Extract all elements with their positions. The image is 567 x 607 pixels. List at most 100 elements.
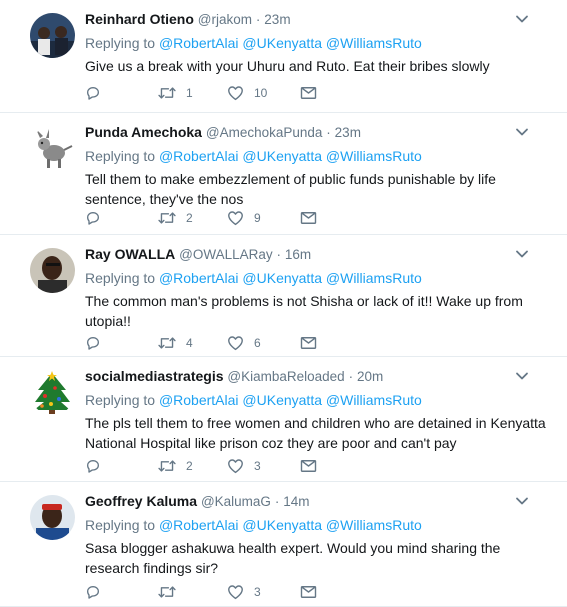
- mention-link[interactable]: @UKenyatta: [242, 270, 322, 286]
- tweet-actions: 2 3: [85, 457, 317, 475]
- retweet-icon: [158, 85, 176, 101]
- tweet-content: socialmediastrategis @KiambaReloaded · 2…: [85, 367, 547, 453]
- heart-icon: [227, 584, 244, 600]
- mention-link[interactable]: @WilliamsRuto: [326, 392, 422, 408]
- mention-link[interactable]: @UKenyatta: [242, 517, 322, 533]
- separator-dot: ·: [276, 247, 282, 262]
- separator-dot: ·: [326, 125, 331, 140]
- reply-button[interactable]: [85, 209, 158, 227]
- tweet-actions: 4 6: [85, 334, 317, 352]
- reply-button[interactable]: [85, 84, 158, 102]
- tweet-header: Ray OWALLA @OWALLARay · 16m: [85, 245, 547, 263]
- tweet-actions: 2 9: [85, 209, 317, 227]
- direct-message-button[interactable]: [300, 209, 317, 227]
- replying-to-label: Replying to: [85, 270, 156, 286]
- reply-icon: [85, 335, 101, 351]
- timestamp[interactable]: 23m: [335, 125, 361, 140]
- timestamp[interactable]: 16m: [285, 247, 311, 262]
- mention-link[interactable]: @WilliamsRuto: [326, 35, 422, 51]
- username[interactable]: @KalumaG: [201, 494, 271, 509]
- mention-link[interactable]: @RobertAlai: [159, 35, 239, 51]
- mention-link[interactable]: @RobertAlai: [159, 270, 239, 286]
- avatar[interactable]: [30, 248, 75, 293]
- avatar[interactable]: [30, 13, 75, 58]
- username[interactable]: @KiambaReloaded: [227, 369, 344, 384]
- envelope-icon: [300, 459, 317, 473]
- like-button[interactable]: 3: [227, 583, 300, 601]
- mention-link[interactable]: @UKenyatta: [242, 35, 322, 51]
- avatar[interactable]: [30, 495, 75, 540]
- tweet-text: Sasa blogger ashakuwa health expert. Wou…: [85, 540, 501, 576]
- retweet-button[interactable]: 2: [158, 209, 227, 227]
- replying-to-label: Replying to: [85, 148, 156, 164]
- mention-link[interactable]: @RobertAlai: [159, 392, 239, 408]
- mention-link[interactable]: @RobertAlai: [159, 517, 239, 533]
- envelope-icon: [300, 336, 317, 350]
- mention-link[interactable]: @UKenyatta: [242, 148, 322, 164]
- chevron-down-icon[interactable]: [515, 247, 529, 261]
- envelope-icon: [300, 211, 317, 225]
- retweet-icon: [158, 210, 176, 226]
- reply-button[interactable]: [85, 334, 158, 352]
- separator-dot: ·: [255, 12, 261, 27]
- reply-button[interactable]: [85, 457, 158, 475]
- chevron-down-icon[interactable]: [515, 494, 529, 508]
- avatar[interactable]: [30, 126, 75, 171]
- display-name[interactable]: Ray OWALLA: [85, 246, 175, 262]
- username[interactable]: @OWALLARay: [179, 247, 272, 262]
- replying-to: Replying to @RobertAlai @UKenyatta @Will…: [85, 269, 547, 287]
- tweet-item[interactable]: Geoffrey Kaluma @KalumaG · 14m Replying …: [0, 482, 567, 607]
- retweet-button[interactable]: 1: [158, 84, 227, 102]
- reply-icon: [85, 584, 101, 600]
- retweet-count: 4: [186, 336, 193, 350]
- retweet-button[interactable]: 2: [158, 457, 227, 475]
- replies-feed: Reinhard Otieno @rjakom · 23m Replying t…: [0, 0, 567, 607]
- tweet-item[interactable]: Reinhard Otieno @rjakom · 23m Replying t…: [0, 0, 567, 113]
- tweet-actions: 1 10: [85, 84, 317, 102]
- mention-link[interactable]: @WilliamsRuto: [326, 517, 422, 533]
- mention-link[interactable]: @WilliamsRuto: [326, 270, 422, 286]
- mention-link[interactable]: @WilliamsRuto: [326, 148, 422, 164]
- tweet-content: Geoffrey Kaluma @KalumaG · 14m Replying …: [85, 492, 547, 578]
- replying-to: Replying to @RobertAlai @UKenyatta @Will…: [85, 516, 547, 534]
- like-count: 3: [254, 585, 261, 599]
- separator-dot: ·: [274, 494, 280, 509]
- direct-message-button[interactable]: [300, 84, 317, 102]
- display-name[interactable]: Reinhard Otieno: [85, 11, 194, 27]
- mention-link[interactable]: @RobertAlai: [159, 148, 239, 164]
- like-count: 3: [254, 459, 261, 473]
- retweet-button[interactable]: 4: [158, 334, 227, 352]
- timestamp[interactable]: 20m: [357, 369, 383, 384]
- retweet-button[interactable]: [158, 583, 227, 601]
- display-name[interactable]: Punda Amechoka: [85, 124, 202, 140]
- mention-link[interactable]: @UKenyatta: [242, 392, 322, 408]
- chevron-down-icon[interactable]: [515, 125, 529, 139]
- timestamp[interactable]: 23m: [264, 12, 290, 27]
- chevron-down-icon[interactable]: [515, 12, 529, 26]
- replying-to-label: Replying to: [85, 392, 156, 408]
- display-name[interactable]: Geoffrey Kaluma: [85, 493, 197, 509]
- display-name[interactable]: socialmediastrategis: [85, 368, 224, 384]
- direct-message-button[interactable]: [300, 334, 317, 352]
- username[interactable]: @AmechokaPunda: [206, 125, 323, 140]
- tweet-item[interactable]: Punda Amechoka @AmechokaPunda · 23m Repl…: [0, 113, 567, 235]
- avatar[interactable]: [30, 370, 75, 415]
- tweet-header: socialmediastrategis @KiambaReloaded · 2…: [85, 367, 547, 385]
- tweet-content: Reinhard Otieno @rjakom · 23m Replying t…: [85, 10, 547, 76]
- tweet-content: Punda Amechoka @AmechokaPunda · 23m Repl…: [85, 123, 547, 209]
- tweet-item[interactable]: Ray OWALLA @OWALLARay · 16m Replying to …: [0, 235, 567, 357]
- direct-message-button[interactable]: [300, 583, 317, 601]
- tweet-content: Ray OWALLA @OWALLARay · 16m Replying to …: [85, 245, 547, 331]
- like-button[interactable]: 9: [227, 209, 300, 227]
- like-button[interactable]: 6: [227, 334, 300, 352]
- direct-message-button[interactable]: [300, 457, 317, 475]
- replying-to-label: Replying to: [85, 35, 156, 51]
- chevron-down-icon[interactable]: [515, 369, 529, 383]
- tweet-item[interactable]: socialmediastrategis @KiambaReloaded · 2…: [0, 357, 567, 482]
- username[interactable]: @rjakom: [198, 12, 252, 27]
- like-button[interactable]: 10: [227, 84, 300, 102]
- timestamp[interactable]: 14m: [283, 494, 309, 509]
- reply-icon: [85, 85, 101, 101]
- like-button[interactable]: 3: [227, 457, 300, 475]
- reply-button[interactable]: [85, 583, 158, 601]
